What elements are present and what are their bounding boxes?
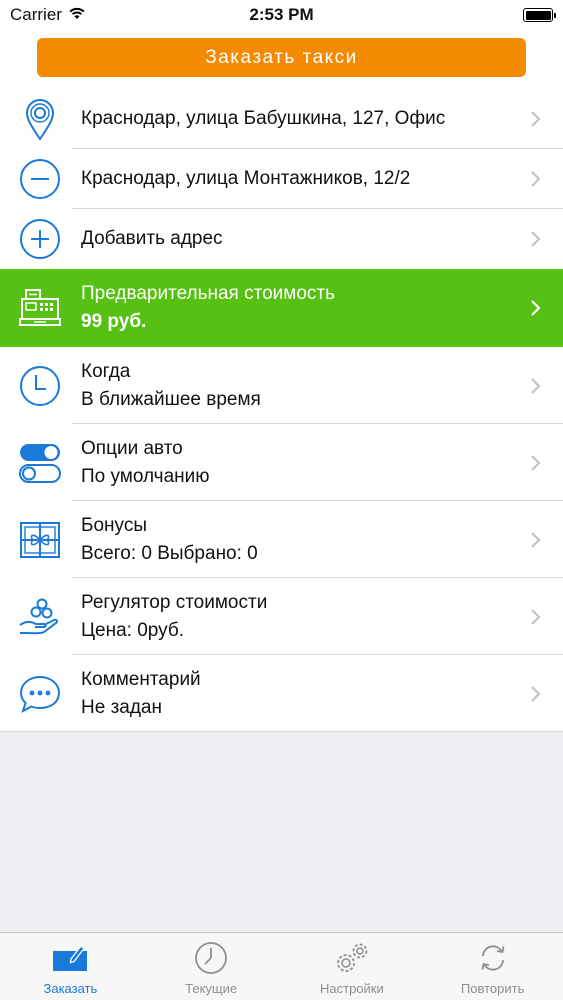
- address-row-to[interactable]: Краснодар, улица Монтажников, 12/2: [0, 149, 563, 209]
- order-header: Заказать такси: [0, 30, 563, 89]
- repeat-icon: [473, 939, 513, 977]
- price-regulator-row[interactable]: Регулятор стоимости Цена: 0руб.: [0, 578, 563, 655]
- minus-circle-icon: [18, 157, 62, 201]
- chevron-right-icon: [531, 171, 541, 187]
- when-text: Когда В ближайшее время: [81, 360, 513, 412]
- tab-repeat-label: Повторить: [460, 981, 525, 996]
- bonuses-row[interactable]: Бонусы Всего: 0 Выбрано: 0: [0, 501, 563, 578]
- chevron-right-icon: [531, 300, 541, 316]
- price-regulator-title: Регулятор стоимости: [81, 591, 268, 613]
- chevron-right-icon: [531, 685, 541, 702]
- gift-icon: [18, 518, 62, 562]
- chevron-right-icon: [531, 608, 541, 625]
- car-options-value: По умолчанию: [81, 465, 210, 487]
- chevron-right-icon: [531, 377, 541, 394]
- chat-bubble-icon: [18, 672, 62, 716]
- price-regulator-value: Цена: 0руб.: [81, 619, 185, 641]
- row-divider: [0, 731, 563, 732]
- tab-settings-label: Настройки: [320, 981, 384, 996]
- toggles-icon: [18, 441, 62, 485]
- order-pencil-icon: [50, 939, 90, 977]
- order-options-list: Краснодар, улица Бабушкина, 127, Офис Кр…: [0, 89, 563, 732]
- battery-icon: [523, 8, 556, 22]
- comment-text: Комментарий Не задан: [81, 668, 513, 720]
- estimated-price-title: Предварительная стоимость: [81, 283, 336, 304]
- add-address-label: Добавить адрес: [81, 228, 223, 249]
- add-address-row[interactable]: Добавить адрес: [0, 209, 563, 269]
- when-row[interactable]: Когда В ближайшее время: [0, 347, 563, 424]
- wifi-icon: [68, 5, 86, 25]
- bonuses-value: Всего: 0 Выбрано: 0: [81, 542, 258, 564]
- when-title: Когда: [81, 360, 131, 382]
- address-from-text: Краснодар, улица Бабушкина, 127, Офис: [81, 107, 513, 131]
- chevron-right-icon: [531, 111, 541, 127]
- status-bar: Carrier 2:53 PM: [0, 0, 563, 30]
- chevron-right-icon: [531, 231, 541, 247]
- address-to-text: Краснодар, улица Монтажников, 12/2: [81, 167, 513, 191]
- bonuses-text: Бонусы Всего: 0 Выбрано: 0: [81, 514, 513, 566]
- car-options-text: Опции авто По умолчанию: [81, 437, 513, 489]
- comment-value: Не задан: [81, 696, 162, 718]
- when-value: В ближайшее время: [81, 388, 261, 410]
- tab-current[interactable]: Текущие: [141, 933, 282, 1000]
- address-from-label: Краснодар, улица Бабушкина, 127, Офис: [81, 108, 446, 129]
- chevron-right-icon: [531, 454, 541, 471]
- comment-title: Комментарий: [81, 668, 201, 690]
- price-regulator-text: Регулятор стоимости Цена: 0руб.: [81, 591, 513, 643]
- comment-row[interactable]: Комментарий Не задан: [0, 655, 563, 732]
- gears-icon: [332, 939, 372, 977]
- bonuses-title: Бонусы: [81, 514, 147, 536]
- tab-order-label: Заказать: [43, 981, 98, 996]
- hand-coins-icon: [18, 595, 62, 639]
- cash-register-icon: [18, 286, 62, 330]
- tab-bar: Заказать Текущие Настройки Повторить: [0, 932, 563, 1000]
- car-options-title: Опции авто: [81, 437, 183, 459]
- address-row-from[interactable]: Краснодар, улица Бабушкина, 127, Офис: [0, 89, 563, 149]
- estimated-price-row[interactable]: Предварительная стоимость 99 руб.: [0, 269, 563, 347]
- clock-icon: [191, 939, 231, 977]
- estimated-price-text: Предварительная стоимость 99 руб.: [81, 282, 513, 334]
- add-address-text: Добавить адрес: [81, 227, 513, 251]
- clock-icon: [18, 364, 62, 408]
- tab-settings[interactable]: Настройки: [282, 933, 423, 1000]
- car-options-row[interactable]: Опции авто По умолчанию: [0, 424, 563, 501]
- address-to-label: Краснодар, улица Монтажников, 12/2: [81, 168, 411, 189]
- tab-order[interactable]: Заказать: [0, 933, 141, 1000]
- location-pin-icon: [18, 97, 62, 141]
- plus-circle-icon: [18, 217, 62, 261]
- carrier-label: Carrier: [10, 5, 62, 24]
- chevron-right-icon: [531, 531, 541, 548]
- estimated-price-value: 99 руб.: [81, 311, 147, 332]
- order-taxi-button[interactable]: Заказать такси: [37, 38, 526, 77]
- tab-current-label: Текущие: [185, 981, 238, 996]
- tab-repeat[interactable]: Повторить: [422, 933, 563, 1000]
